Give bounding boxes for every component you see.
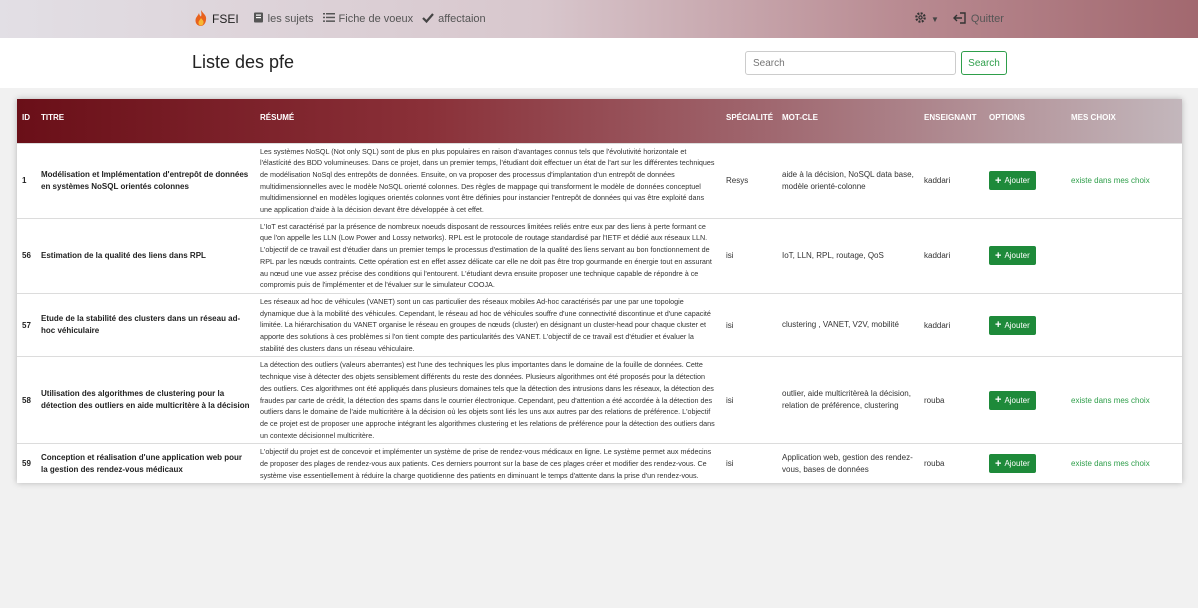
- add-button[interactable]: + Ajouter: [989, 171, 1036, 191]
- row-titre: Estimation de la qualité des liens dans …: [36, 217, 255, 294]
- header-resume: RÉSUMÉ: [260, 113, 295, 122]
- table-row: 56 Estimation de la qualité des liens da…: [17, 217, 1182, 294]
- brand-label: FSEI: [212, 12, 239, 26]
- row-resume: L'IoT est caractérisé par la présence de…: [255, 217, 721, 294]
- row-specialite: isi: [721, 356, 777, 444]
- add-button[interactable]: + Ajouter: [989, 315, 1036, 335]
- search-button[interactable]: Search: [961, 51, 1007, 75]
- list-icon: [322, 12, 339, 26]
- logout-icon: [952, 11, 971, 27]
- add-button[interactable]: + Ajouter: [989, 454, 1036, 474]
- table-row: 57 Etude de la stabilité des clusters da…: [17, 292, 1182, 357]
- add-button-label: Ajouter: [1004, 251, 1030, 261]
- header-choix: MES CHOIX: [1071, 113, 1116, 122]
- row-options: + Ajouter: [984, 142, 1066, 219]
- nav-link-sujets[interactable]: les sujets: [253, 12, 314, 26]
- header-options: OPTIONS: [989, 113, 1026, 122]
- plus-icon: +: [995, 319, 1002, 332]
- book-icon: [253, 12, 268, 26]
- row-titre: Conception et réalisation d'une applicat…: [36, 443, 255, 484]
- row-motcle: outlier, aide multicritèreà la décision,…: [777, 356, 919, 444]
- brand[interactable]: FSEI: [193, 9, 239, 30]
- row-resume: La détection des outliers (valeurs aberr…: [255, 356, 721, 444]
- add-button[interactable]: + Ajouter: [989, 390, 1036, 410]
- nav-link-affectation[interactable]: affectaion: [422, 12, 486, 26]
- nav-link-fiche-voeux[interactable]: Fiche de voeux: [322, 12, 414, 26]
- row-enseignant: rouba: [919, 443, 984, 484]
- row-id: 56: [17, 217, 36, 294]
- nav-link-fiche-voeux-label: Fiche de voeux: [338, 13, 414, 25]
- table-row: 1 Modélisation et Implémentation d'entre…: [17, 142, 1182, 219]
- add-button-label: Ajouter: [1004, 395, 1030, 405]
- row-titre: Etude de la stabilité des clusters dans …: [36, 292, 255, 357]
- row-resume: Les systèmes NoSQL (Not only SQL) sont d…: [255, 142, 721, 219]
- row-choix: [1066, 292, 1182, 357]
- nav-link-affectation-label: affectaion: [438, 13, 486, 25]
- row-choix: existe dans mes choix: [1066, 356, 1182, 444]
- check-icon: [422, 12, 438, 26]
- nav-left: FSEI les sujets Fiche de voeux affectaio…: [193, 0, 495, 38]
- search-input[interactable]: [745, 51, 956, 75]
- row-enseignant: kaddari: [919, 217, 984, 294]
- plus-icon: +: [995, 394, 1002, 407]
- row-enseignant: rouba: [919, 356, 984, 444]
- add-button-label: Ajouter: [1004, 176, 1030, 186]
- row-motcle: Application web, gestion des rendez-vous…: [777, 443, 919, 484]
- nav-link-sujets-label: les sujets: [267, 13, 314, 25]
- row-choix: [1066, 217, 1182, 294]
- pfe-table-container: ID TITRE RÉSUMÉ SPÉCIALITÉ MOT-CLE ENSEI…: [17, 99, 1182, 484]
- add-button[interactable]: + Ajouter: [989, 246, 1036, 266]
- row-titre: Modélisation et Implémentation d'entrepô…: [36, 142, 255, 219]
- table-header-row: ID TITRE RÉSUMÉ SPÉCIALITÉ MOT-CLE ENSEI…: [17, 99, 1182, 143]
- row-choix: existe dans mes choix: [1066, 443, 1182, 484]
- row-motcle: aide à la décision, NoSQL data base, mod…: [777, 142, 919, 219]
- row-specialite: isi: [721, 217, 777, 294]
- plus-icon: +: [995, 174, 1002, 187]
- row-enseignant: kaddari: [919, 292, 984, 357]
- row-id: 57: [17, 292, 36, 357]
- header-id: ID: [22, 113, 30, 122]
- row-id: 1: [17, 142, 36, 219]
- row-options: + Ajouter: [984, 217, 1066, 294]
- row-options: + Ajouter: [984, 292, 1066, 357]
- quit-label: Quitter: [970, 13, 1004, 25]
- choice-status: existe dans mes choix: [1071, 459, 1150, 469]
- row-titre: Utilisation des algorithmes de clusterin…: [36, 356, 255, 444]
- row-motcle: IoT, LLN, RPL, routage, QoS: [777, 217, 919, 294]
- plus-icon: +: [995, 457, 1002, 470]
- settings-dropdown[interactable]: ▼: [914, 11, 939, 27]
- row-choix: existe dans mes choix: [1066, 142, 1182, 219]
- row-resume: L'objectif du projet est de concevoir et…: [255, 443, 721, 484]
- row-specialite: Resys: [721, 142, 777, 219]
- header-enseignant: ENSEIGNANT: [924, 113, 977, 122]
- page-title: Liste des pfe: [192, 52, 295, 72]
- row-enseignant: kaddari: [919, 142, 984, 219]
- quit-link[interactable]: Quitter: [952, 11, 1004, 27]
- row-options: + Ajouter: [984, 356, 1066, 444]
- row-specialite: isi: [721, 292, 777, 357]
- row-options: + Ajouter: [984, 443, 1066, 484]
- header-motcle: MOT-CLE: [782, 113, 818, 122]
- row-specialite: isi: [721, 443, 777, 484]
- plus-icon: +: [995, 249, 1002, 262]
- choice-status: existe dans mes choix: [1071, 176, 1150, 186]
- top-navbar: FSEI les sujets Fiche de voeux affectaio…: [0, 0, 1198, 38]
- page-header: Liste des pfe: [0, 38, 1198, 88]
- add-button-label: Ajouter: [1004, 320, 1030, 330]
- header-specialite: SPÉCIALITÉ: [726, 113, 774, 122]
- row-motcle: clustering , VANET, V2V, mobilité: [777, 292, 919, 357]
- table-row: 58 Utilisation des algorithmes de cluste…: [17, 356, 1182, 444]
- chevron-down-icon: ▼: [931, 14, 939, 24]
- header-titre: TITRE: [41, 113, 65, 122]
- table-row: 59 Conception et réalisation d'une appli…: [17, 443, 1182, 484]
- row-id: 59: [17, 443, 36, 484]
- row-id: 58: [17, 356, 36, 444]
- add-button-label: Ajouter: [1004, 459, 1030, 469]
- choice-status: existe dans mes choix: [1071, 395, 1150, 405]
- row-resume: Les réseaux ad hoc de véhicules (VANET) …: [255, 292, 721, 357]
- gear-icon: [914, 11, 927, 27]
- flame-logo-icon: [193, 9, 212, 30]
- nav-right: ▼ Quitter: [914, 0, 1004, 38]
- pfe-table: ID TITRE RÉSUMÉ SPÉCIALITÉ MOT-CLE ENSEI…: [17, 99, 1182, 484]
